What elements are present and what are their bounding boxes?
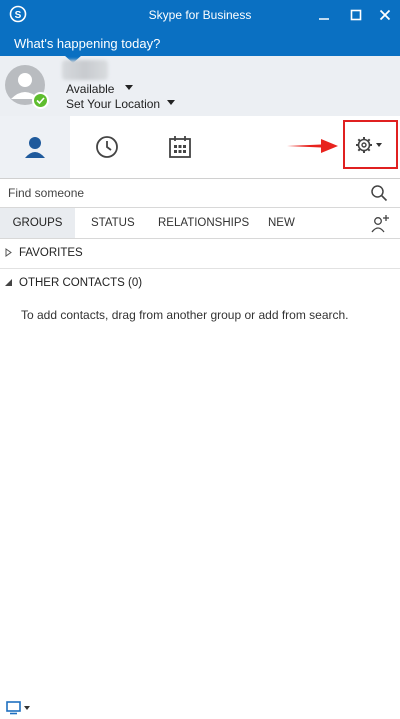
status-dropdown[interactable]: Available: [66, 82, 114, 96]
clock-icon: [96, 136, 118, 158]
user-name-redacted: [62, 60, 108, 80]
tab-contacts[interactable]: [0, 116, 70, 178]
add-contact-icon[interactable]: [370, 214, 390, 234]
main-tab-bar: [0, 116, 400, 179]
title-bar: S Skype for Business: [0, 0, 400, 30]
tab-meetings[interactable]: [145, 116, 215, 178]
tab-relationships[interactable]: RELATIONSHIPS: [158, 208, 249, 238]
tab-groups[interactable]: GROUPS: [0, 208, 75, 238]
search-input[interactable]: [8, 183, 363, 203]
whats-happening-banner[interactable]: What's happening today?: [0, 30, 400, 56]
location-dropdown[interactable]: Set Your Location: [66, 97, 160, 111]
expand-triangle-icon: [5, 248, 12, 257]
close-button[interactable]: [373, 3, 397, 27]
contact-view-tabs: GROUPS STATUS RELATIONSHIPS NEW: [0, 208, 400, 239]
maximize-button[interactable]: [344, 3, 368, 27]
group-label: FAVORITES: [19, 247, 83, 259]
checkmark-icon: [36, 97, 45, 105]
group-other-contacts[interactable]: OTHER CONTACTS (0): [0, 268, 400, 298]
status-chevron-down-icon[interactable]: [125, 85, 133, 90]
options-button[interactable]: [343, 120, 398, 169]
group-label: OTHER CONTACTS (0): [19, 277, 143, 289]
window-title: Skype for Business: [148, 8, 252, 22]
search-bar: [0, 179, 400, 208]
person-icon: [25, 137, 45, 158]
tab-conversations[interactable]: [72, 116, 142, 178]
location-chevron-down-icon[interactable]: [167, 100, 175, 105]
empty-contacts-message: To add contacts, drag from another group…: [21, 308, 349, 322]
presence-indicator: [32, 92, 49, 109]
close-icon: [379, 9, 391, 21]
maximize-icon: [350, 9, 362, 21]
monitor-icon: [6, 701, 30, 715]
tab-status[interactable]: STATUS: [91, 208, 135, 238]
gear-icon: [355, 136, 382, 153]
collapse-triangle-icon: [5, 279, 12, 286]
calendar-icon: [169, 136, 191, 158]
annotation-arrow-icon: [287, 139, 338, 153]
minimize-button[interactable]: [312, 3, 336, 27]
group-favorites[interactable]: FAVORITES: [0, 238, 400, 269]
tab-new[interactable]: NEW: [268, 208, 295, 238]
banner-text[interactable]: What's happening today?: [14, 36, 160, 51]
minimize-icon: [319, 18, 329, 20]
device-settings-button[interactable]: [6, 701, 32, 715]
profile-panel: Available Set Your Location: [0, 55, 400, 116]
search-icon[interactable]: [370, 184, 388, 202]
